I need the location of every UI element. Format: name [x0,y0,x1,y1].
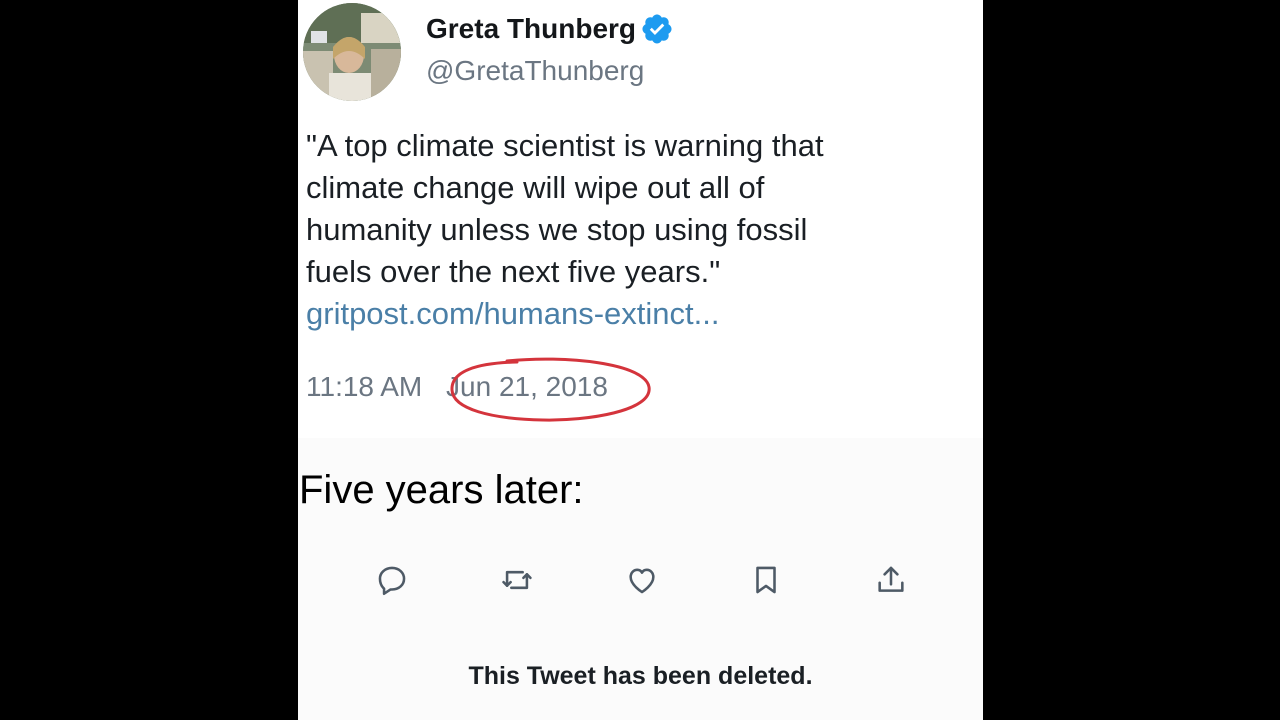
tweet-text: "A top climate scientist is warning that… [306,125,976,293]
tweet-time[interactable]: 11:18 AM [306,371,422,402]
avatar-photo [303,3,401,101]
tweet-deleted-notice: This Tweet has been deleted. [468,662,813,690]
share-icon [878,566,904,592]
tweet-text-line: fuels over the next five years." [306,254,721,289]
bookmark-icon [756,566,776,594]
tweet-action-bar [298,558,983,602]
verified-badge-icon [640,12,674,46]
share-button[interactable] [869,558,913,602]
meme-frame: Greta Thunberg @GretaThunberg "A top cli… [298,0,983,720]
reply-button[interactable] [370,558,414,602]
retweet-icon [502,570,532,590]
meme-caption: Five years later: [299,468,584,512]
avatar[interactable] [303,3,401,101]
tweet-date[interactable]: Jun 21, 2018 [446,371,608,402]
tweet-link[interactable]: gritpost.com/humans-extinct... [306,293,720,335]
retweet-button[interactable] [495,558,539,602]
reply-icon [378,566,406,596]
like-icon [629,568,655,594]
bookmark-button[interactable] [744,558,788,602]
author-handle[interactable]: @GretaThunberg [426,55,644,87]
author-display-name[interactable]: Greta Thunberg [426,13,636,45]
author-name-row[interactable]: Greta Thunberg [426,12,674,46]
tweet-text-line: climate change will wipe out all of [306,170,765,205]
tweet-text-line: humanity unless we stop using fossil [306,212,808,247]
like-button[interactable] [620,558,664,602]
tweet-timestamp: 11:18 AM Jun 21, 2018 [306,367,608,407]
tweet-text-line: "A top climate scientist is warning that [306,128,824,163]
